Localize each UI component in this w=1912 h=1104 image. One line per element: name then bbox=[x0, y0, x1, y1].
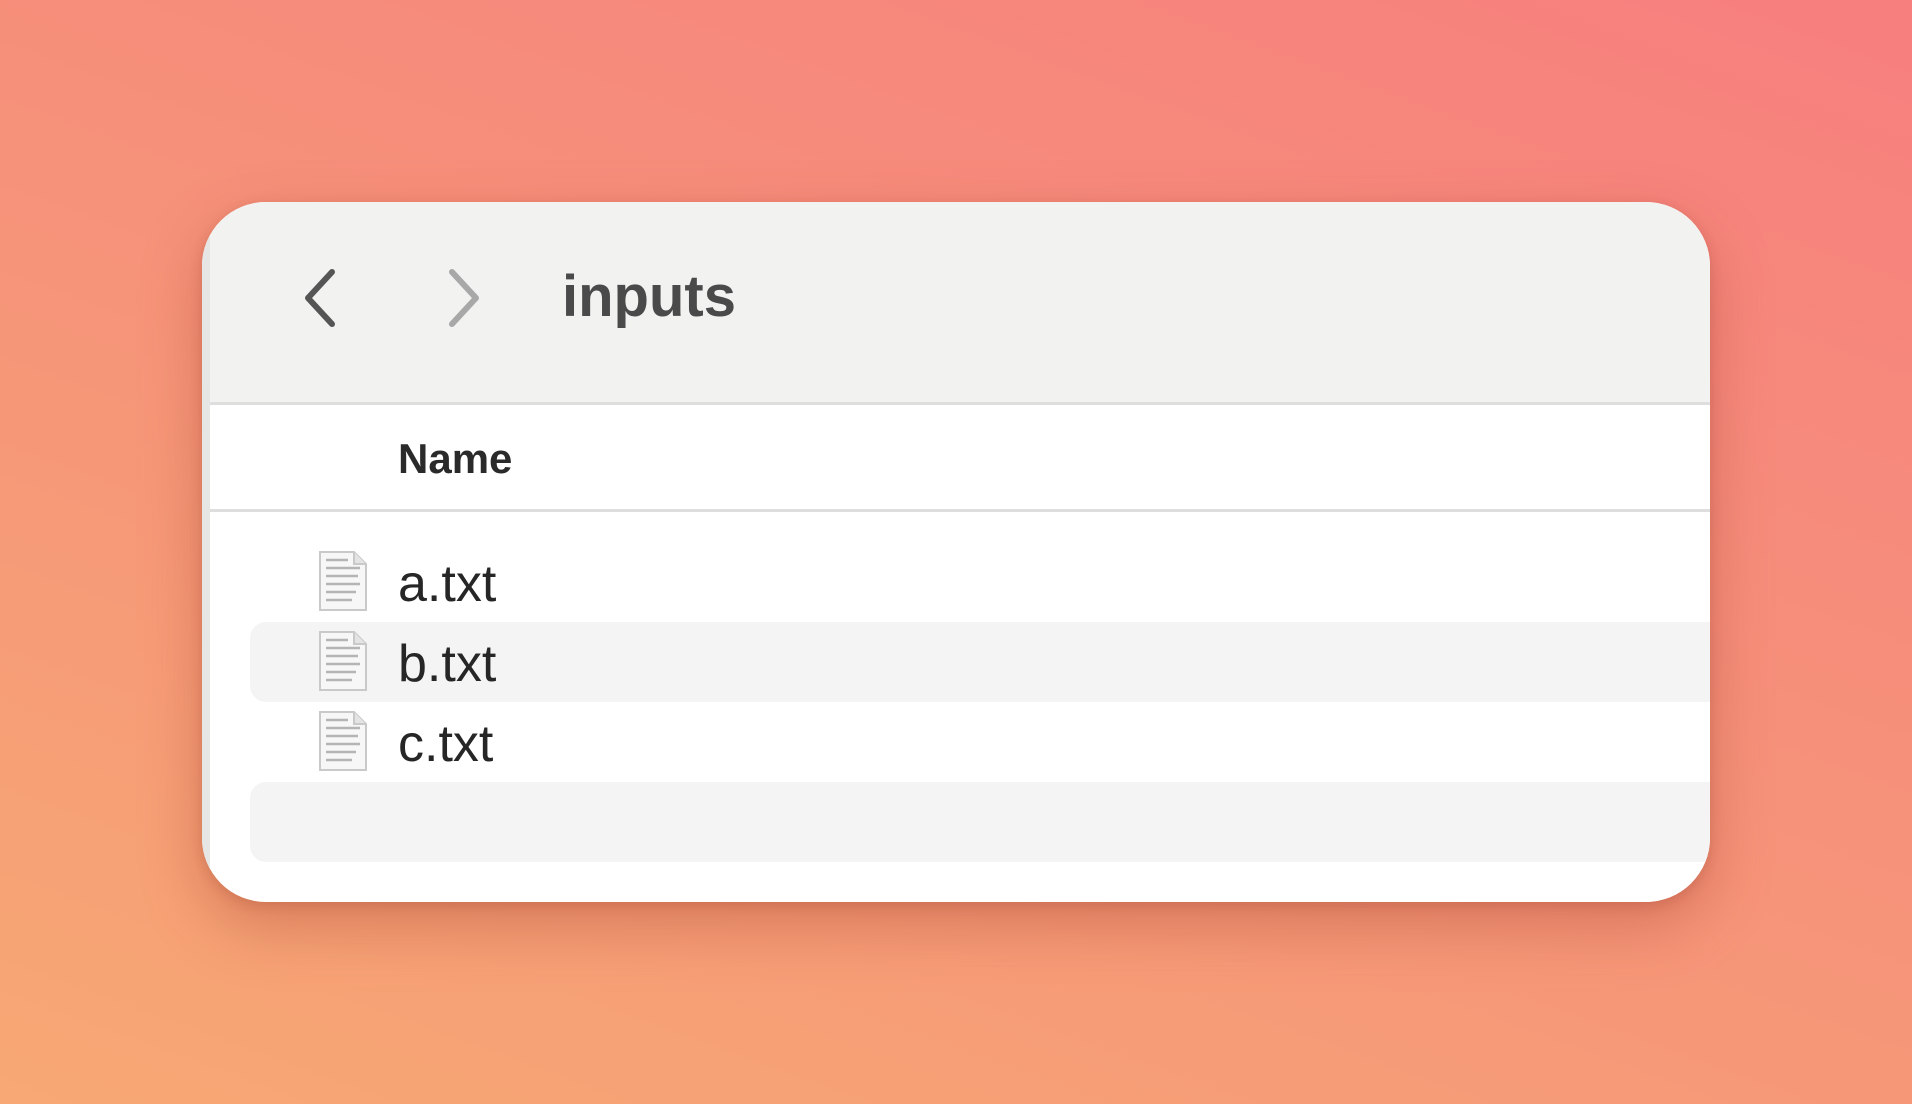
text-document-icon bbox=[319, 711, 367, 771]
column-header-name[interactable]: Name bbox=[398, 435, 512, 483]
file-name: a.txt bbox=[398, 555, 497, 613]
folder-title: inputs bbox=[562, 264, 736, 329]
empty-list-row bbox=[250, 782, 1710, 862]
file-list: a.txt b.txt c.txt bbox=[202, 542, 1710, 862]
finder-window: inputs Name a.txt b.txt c.txt bbox=[202, 202, 1710, 902]
list-item[interactable]: c.txt bbox=[250, 702, 1710, 782]
chevron-right-icon bbox=[449, 269, 479, 327]
list-item[interactable]: a.txt bbox=[250, 542, 1710, 622]
toolbar: inputs bbox=[202, 202, 1710, 405]
column-header-row: Name bbox=[202, 405, 1710, 512]
file-name: b.txt bbox=[398, 635, 497, 693]
back-button[interactable] bbox=[290, 258, 350, 338]
list-item[interactable]: b.txt bbox=[250, 622, 1710, 702]
file-name: c.txt bbox=[398, 715, 494, 773]
window-left-edge bbox=[202, 202, 210, 902]
text-document-icon bbox=[319, 631, 367, 691]
forward-button[interactable] bbox=[434, 258, 494, 338]
text-document-icon bbox=[319, 551, 367, 611]
chevron-left-icon bbox=[305, 269, 335, 327]
